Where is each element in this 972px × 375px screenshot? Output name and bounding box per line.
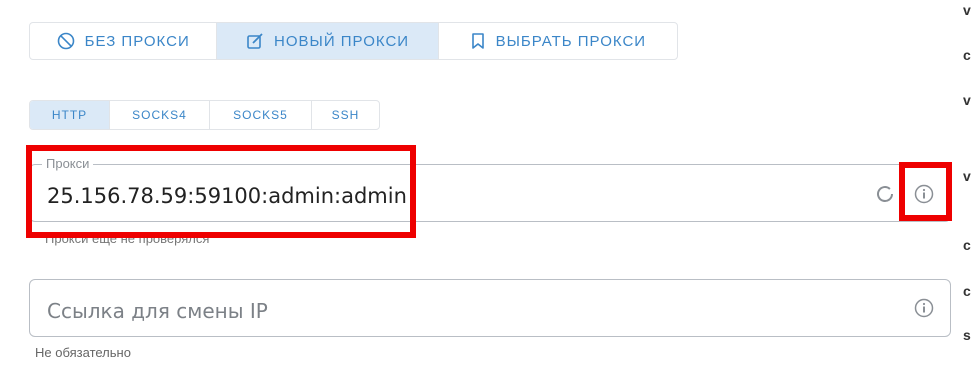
refresh-icon[interactable] (873, 182, 897, 206)
edge-char: s (963, 327, 971, 343)
tab-select-proxy[interactable]: ВЫБРАТЬ ПРОКСИ (439, 23, 677, 59)
protocol-tabs: HTTP SOCKS4 SOCKS5 SSH (29, 100, 380, 130)
tab-no-proxy-label: БЕЗ ПРОКСИ (84, 32, 190, 50)
edit-icon (247, 33, 263, 49)
highlight-info-button (899, 162, 952, 221)
tab-new-proxy[interactable]: НОВЫЙ ПРОКСИ (217, 23, 439, 59)
cropped-side-text: v c v v c c s (963, 0, 972, 375)
tab-select-proxy-label: ВЫБРАТЬ ПРОКСИ (495, 32, 647, 50)
proxy-mode-tabs: БЕЗ ПРОКСИ НОВЫЙ ПРОКСИ ВЫБРАТЬ ПРОКСИ (29, 22, 678, 60)
edge-char: c (963, 47, 971, 63)
tab-socks4[interactable]: SOCKS4 (110, 101, 210, 129)
info-icon[interactable] (912, 296, 936, 320)
tab-socks5[interactable]: SOCKS5 (210, 101, 312, 129)
edge-char: c (963, 237, 971, 253)
edge-char: v (963, 2, 971, 18)
tab-no-proxy[interactable]: БЕЗ ПРОКСИ (30, 23, 218, 59)
tab-http[interactable]: HTTP (30, 101, 110, 129)
tab-ssh[interactable]: SSH (312, 101, 379, 129)
ip-change-link-field[interactable]: Ссылка для смены IP (29, 279, 951, 337)
tab-new-proxy-label: НОВЫЙ ПРОКСИ (274, 32, 410, 50)
highlight-proxy-value (26, 145, 416, 238)
ip-helper-text: Не обязательно (35, 345, 131, 360)
edge-char: v (963, 92, 971, 108)
edge-char: c (963, 283, 971, 299)
ban-icon (57, 32, 74, 50)
ip-change-link-placeholder: Ссылка для смены IP (47, 299, 268, 323)
bookmark-icon (471, 33, 484, 49)
edge-char: v (963, 168, 971, 184)
